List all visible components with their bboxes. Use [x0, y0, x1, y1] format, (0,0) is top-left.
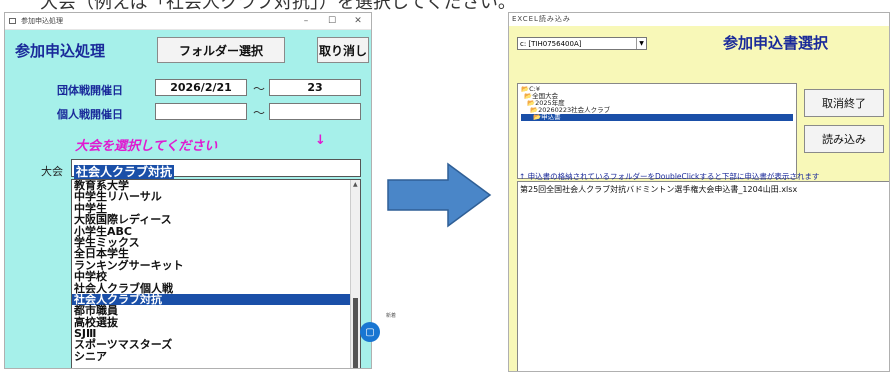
team-date-start-input[interactable]: 2026/2/21 [155, 79, 247, 96]
chevron-down-icon[interactable]: ▼ [636, 38, 646, 49]
range-tilde: 〜 [253, 82, 266, 96]
list-item[interactable]: 高校選抜 [72, 316, 360, 328]
right-arrow-icon [387, 162, 492, 228]
list-scrollbar[interactable]: ▲ [350, 180, 360, 368]
scroll-thumb[interactable] [353, 298, 358, 368]
down-arrow-icon: ↓ [315, 133, 326, 148]
instruction-text: 大会（例えば「社会人クラブ対抗」）を選択してください。 [0, 0, 890, 10]
indiv-date-label: 個人戦開催日 [57, 108, 123, 121]
tree-node[interactable]: 📂20260223社会人クラブ [521, 107, 793, 114]
tree-node[interactable]: 📂C:¥ [521, 86, 793, 93]
load-button[interactable]: 読み込み [804, 125, 884, 153]
drive-select[interactable]: c: [TIH0756400A] ▼ [517, 37, 647, 50]
list-item[interactable]: ランキングサーキット [72, 259, 360, 271]
app-icon [9, 18, 16, 24]
page: 大会（例えば「社会人クラブ対抗」）を選択してください。 参加申込処理 – ☐ ✕… [0, 0, 890, 372]
page-title: 参加申込処理 [15, 42, 106, 60]
window-titlebar: 参加申込処理 – ☐ ✕ [5, 13, 371, 30]
cancel-button[interactable]: 取り消し [317, 37, 369, 63]
close-icon[interactable]: ✕ [345, 16, 371, 26]
folder-select-button[interactable]: フォルダー選択 [157, 37, 285, 63]
window-title: 参加申込処理 [21, 17, 63, 25]
list-item[interactable]: シニア [72, 350, 360, 362]
tournament-combo-value: 社会人クラブ対抗 [74, 165, 175, 179]
indiv-date-start-input[interactable] [155, 103, 247, 120]
indiv-date-end-input[interactable] [269, 103, 361, 120]
drive-value: c: [TIH0756400A] [520, 39, 582, 48]
tournament-list[interactable]: 教育系大学 中学生リハーサル 中学生 大阪国際レディース 小学生ABC 学生ミックス 全日本… [71, 179, 361, 368]
file-list[interactable]: 第25回全国社会人クラブ対抗バドミントン選手権大会申込書_1204山田.xlsx [517, 181, 889, 371]
entry-processing-window: 参加申込処理 – ☐ ✕ 参加申込処理 フォルダー選択 取り消し 団体戦開催日 … [4, 12, 372, 369]
team-date-end-input[interactable]: 23 [269, 79, 361, 96]
list-item[interactable]: 大阪国際レディース [72, 214, 360, 226]
tree-node[interactable]: 📂申込書 [521, 114, 793, 121]
folder-tree[interactable]: 📂C:¥ 📂全国大会 📂2025年度 📂20260223社会人クラブ 📂申込書 [517, 83, 797, 179]
scroll-up-icon[interactable]: ▲ [353, 181, 358, 188]
window-titlebar: EXCEL読み込み [509, 13, 889, 26]
excel-load-window: EXCEL読み込み c: [TIH0756400A] ▼ 参加申込書選択 📂C:… [508, 12, 890, 372]
range-tilde: 〜 [253, 106, 266, 120]
tournament-combo[interactable]: 社会人クラブ対抗 [71, 159, 361, 179]
close-button[interactable]: 取消終了 [804, 89, 884, 117]
maximize-icon[interactable]: ☐ [319, 16, 345, 26]
team-date-label: 団体戦開催日 [57, 84, 123, 97]
notification-text: 新着 [386, 313, 397, 319]
list-item[interactable]: 都市職員 [72, 305, 360, 317]
minimize-icon[interactable]: – [293, 16, 319, 26]
list-item[interactable]: 中学生リハーサル [72, 191, 360, 203]
notification-icon[interactable]: ▢ [360, 322, 380, 342]
list-item[interactable]: スポーツマスターズ [72, 339, 360, 351]
file-item[interactable]: 第25回全国社会人クラブ対抗バドミントン選手権大会申込書_1204山田.xlsx [520, 184, 888, 195]
list-item[interactable]: 中学校 [72, 271, 360, 283]
tournament-label: 大会 [41, 165, 63, 178]
page-title: 参加申込書選択 [723, 34, 829, 52]
select-prompt: 大会を選択してください [75, 139, 218, 154]
